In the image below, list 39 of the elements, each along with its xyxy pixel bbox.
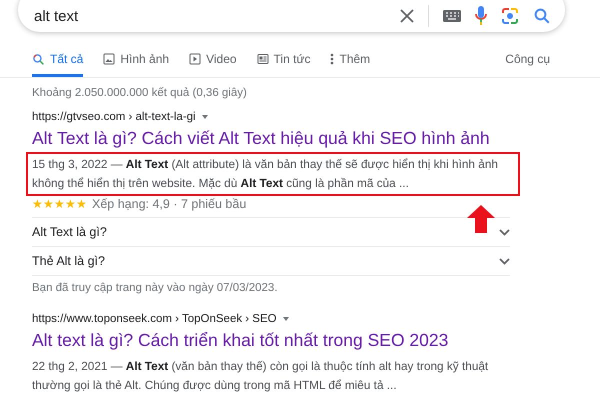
arrow-icon xyxy=(466,204,496,234)
result-snippet: 15 thg 3, 2022 — Alt Text (Alt attribute) là văn bản thay thế sẽ được hiển thị khi hình ảnh không thể hiển thị trên website. Mặc dù Alt Text cũng là phần mã của ... xyxy=(32,156,499,192)
chevron-icon xyxy=(499,228,510,236)
microphone-icon[interactable] xyxy=(475,6,487,26)
search-icon xyxy=(32,52,45,66)
more-icon xyxy=(330,53,334,65)
chevron-icon xyxy=(499,258,510,264)
question-item[interactable]: Thẻ Alt là gì? xyxy=(32,246,510,275)
search-bar[interactable]: alt text xyxy=(18,0,565,32)
visited-note: Bạn đã truy cập trang này vào ngày 07/03/2023. xyxy=(32,282,279,294)
star-icon: ★ xyxy=(54,198,65,210)
star-icon: ★ xyxy=(65,198,76,210)
question-item[interactable]: Alt Text là gì? xyxy=(32,217,510,246)
result-snippet: 22 thg 2, 2021 — Alt Text (văn bản thay thế) còn gọi là thuộc tính alt hay trong kỹ thuật thường gọi là thẻ Alt. Chúng được dùng trong mã HTML để miêu tả ... xyxy=(32,358,490,394)
tab[interactable]: Video xyxy=(189,52,237,77)
result-title[interactable]: Alt Text là gì? Cách viết Alt Text hiệu quả khi SEO hình ảnh xyxy=(32,128,510,149)
news-icon xyxy=(256,53,269,65)
tab[interactable]: Tin tức xyxy=(256,52,310,77)
star-icon: ★ xyxy=(32,198,43,210)
close-icon[interactable] xyxy=(400,9,414,23)
play-icon xyxy=(189,53,202,65)
camera-icon[interactable] xyxy=(501,7,519,25)
image-icon xyxy=(103,53,116,65)
search-field[interactable]: alt text xyxy=(34,8,400,24)
result-count: Khoảng 2.050.000.000 kết quả (0,36 giây) xyxy=(32,87,248,99)
tools-link[interactable]: Công cụ xyxy=(505,52,550,77)
search-icon[interactable] xyxy=(533,7,551,25)
caret-icon[interactable] xyxy=(282,317,289,321)
tab[interactable]: Thêm xyxy=(330,52,370,77)
tab[interactable]: Hình ảnh xyxy=(103,52,170,77)
star-icon: ★ xyxy=(76,198,87,210)
result-title[interactable]: Alt text là gì? Cách triển khai tốt nhất trong SEO 2023 xyxy=(32,330,510,351)
caret-icon[interactable] xyxy=(202,115,208,119)
result-url[interactable]: https://www.toponseek.com › TopOnSeek › SEO xyxy=(32,313,277,325)
rating-text: Xếp hạng: 4,9 · 7 phiếu bầu xyxy=(92,197,246,211)
star-icon: ★ xyxy=(43,198,54,210)
keyboard-icon[interactable] xyxy=(443,10,461,22)
tab[interactable]: Tất cả xyxy=(32,52,84,77)
result-url[interactable]: https://gtvseo.com › alt-text-la-gi xyxy=(32,111,196,123)
